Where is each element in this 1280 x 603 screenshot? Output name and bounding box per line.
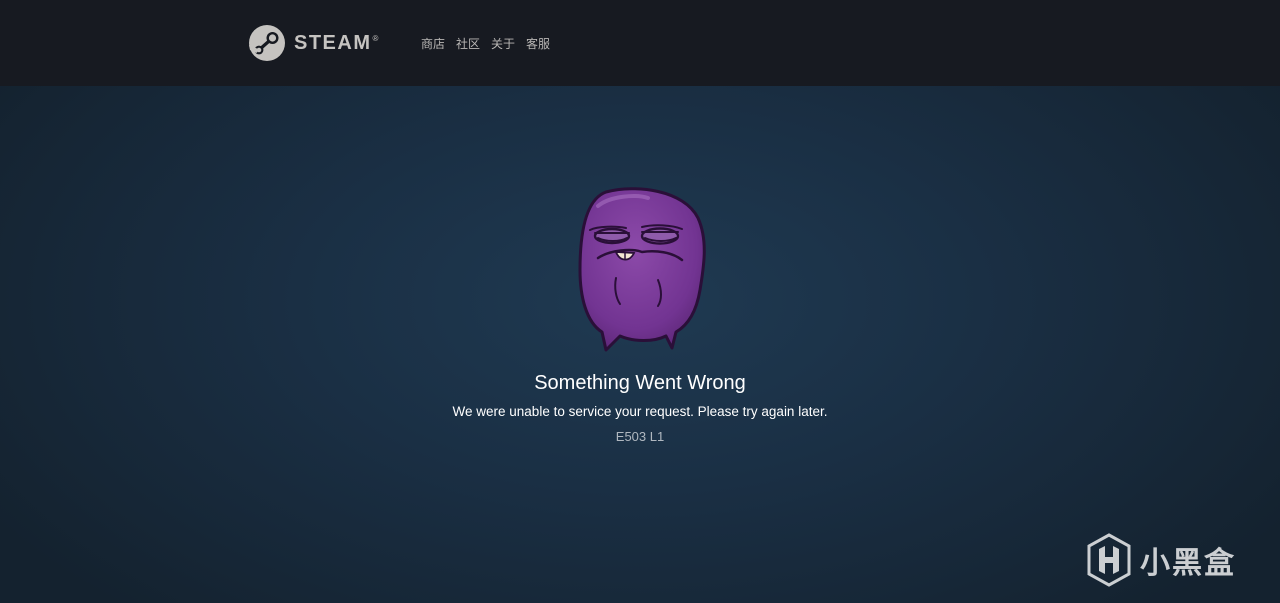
xiaoheihe-logo-icon <box>1087 533 1131 587</box>
nav-community[interactable]: 社区 <box>456 36 480 52</box>
steam-wordmark: STEAM <box>294 31 372 54</box>
watermark: 小黑盒 <box>1086 533 1236 587</box>
nav-support[interactable]: 客服 <box>526 36 550 52</box>
nav-about[interactable]: 关于 <box>491 36 515 52</box>
error-title: Something Went Wrong <box>534 372 746 394</box>
error-message: We were unable to service your request. … <box>452 404 828 419</box>
steam-logo-icon <box>249 25 285 61</box>
watermark-text: 小黑盒 <box>1140 546 1236 581</box>
error-code: E503 L1 <box>615 429 665 444</box>
nav-store[interactable]: 商店 <box>421 36 445 52</box>
steam-logo[interactable]: STEAM ® <box>248 24 378 62</box>
purple-blob-mascot-icon <box>578 187 706 352</box>
main-nav: 商店 社区 关于 客服 <box>421 36 550 52</box>
registered-mark: ® <box>372 34 379 43</box>
top-header: STEAM ® 商店 社区 关于 客服 <box>0 0 1280 86</box>
